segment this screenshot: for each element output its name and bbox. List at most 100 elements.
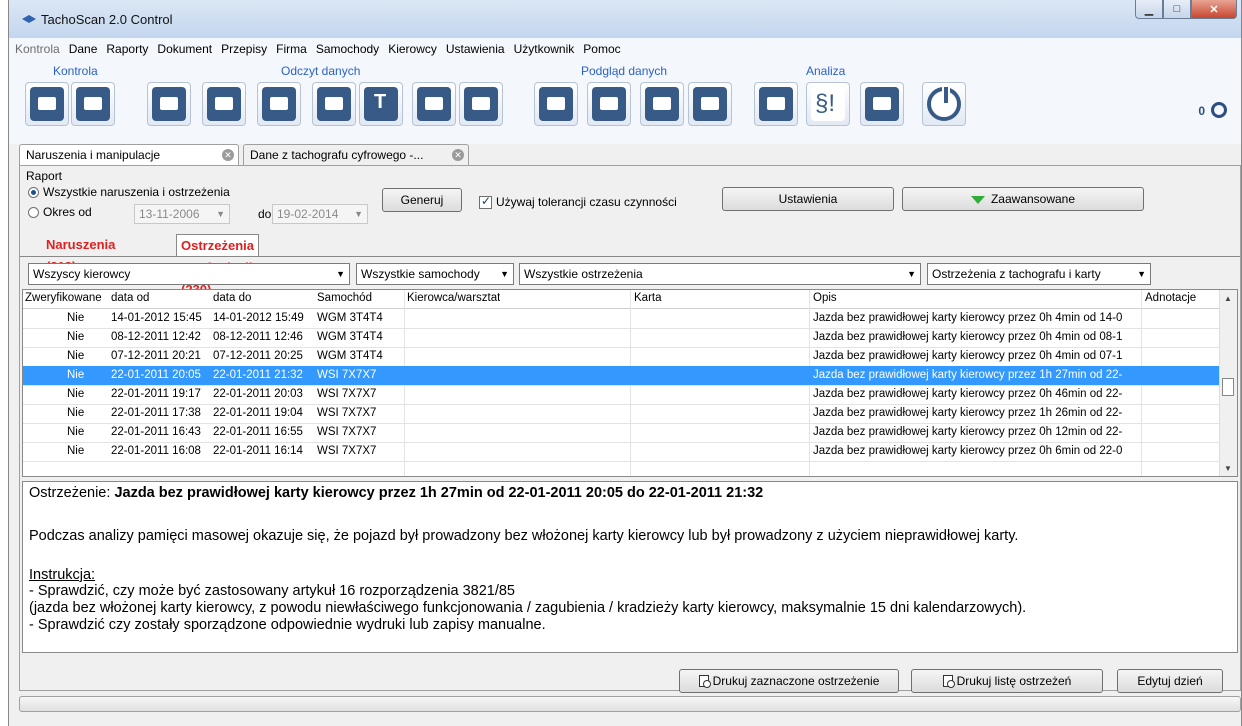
close-button[interactable]: ✕ bbox=[1191, 0, 1237, 19]
date-from-field[interactable]: 13-11-2006 ▼ bbox=[134, 204, 230, 224]
control-driver-button[interactable] bbox=[25, 82, 69, 126]
cell-from: 22-01-2011 17:38 bbox=[111, 407, 201, 419]
date-to-field[interactable]: 19-02-2014 ▼ bbox=[272, 204, 368, 224]
read-tachograph-button[interactable] bbox=[147, 82, 191, 126]
tab-violations[interactable]: Naruszenia (213) bbox=[42, 234, 119, 274]
col-annotations[interactable]: Adnotacje bbox=[1145, 292, 1196, 304]
generate-button[interactable]: Generuj bbox=[382, 188, 462, 212]
drivers-select-value: Wszyscy kierowcy bbox=[33, 267, 131, 281]
print-list-button[interactable]: Drukuj listę ostrzeżeń bbox=[911, 669, 1103, 693]
power-button[interactable] bbox=[922, 82, 966, 126]
menu-ustawienia[interactable]: Ustawienia bbox=[446, 42, 505, 56]
weekly-chart-button[interactable] bbox=[640, 82, 684, 126]
cell-verified: Nie bbox=[67, 388, 85, 400]
table-row[interactable]: Nie 08-12-2011 12:42 08-12-2011 12:46 WGM 3… bbox=[23, 328, 1221, 348]
col-driver[interactable]: Kierowca/warsztat bbox=[407, 292, 500, 304]
warning-prefix: Ostrzeżenie: bbox=[29, 485, 111, 501]
col-vehicle[interactable]: Samochód bbox=[317, 292, 372, 304]
menu-dokument[interactable]: Dokument bbox=[157, 42, 212, 56]
col-description[interactable]: Opis bbox=[813, 292, 837, 304]
menu-firma[interactable]: Firma bbox=[276, 42, 307, 56]
group-label-odczyt: Odczyt danych bbox=[281, 64, 361, 78]
cell-verified: Nie bbox=[67, 369, 85, 381]
chevron-down-icon: ▼ bbox=[907, 269, 916, 279]
tab-manipulation-warnings[interactable]: Ostrzeżenia manipulacji (230) bbox=[176, 234, 259, 297]
monthly-chart-button[interactable] bbox=[688, 82, 732, 126]
maximize-button[interactable]: □ bbox=[1163, 0, 1191, 19]
chevron-down-icon: ▼ bbox=[336, 269, 345, 279]
status-indicator-icon[interactable] bbox=[1211, 102, 1227, 118]
cell-to: 22-01-2011 16:55 bbox=[213, 426, 303, 438]
menu-samochody[interactable]: Samochody bbox=[316, 42, 379, 56]
menu-kierowcy[interactable]: Kierowcy bbox=[388, 42, 437, 56]
tab-dane-tachograf[interactable]: Dane z tachografu cyfrowego -... ✕ bbox=[243, 144, 469, 165]
view-vehicle-button[interactable] bbox=[587, 82, 631, 126]
usb-icon bbox=[417, 87, 451, 121]
import-card-button[interactable] bbox=[312, 82, 356, 126]
menu-pomoc[interactable]: Pomoc bbox=[583, 42, 620, 56]
ribbon-toolbar: Kontrola Odczyt danych Podgląd danych An… bbox=[9, 60, 1241, 144]
source-select[interactable]: Ostrzeżenia z tachografu i karty ▼ bbox=[927, 263, 1151, 285]
print-selected-button[interactable]: Drukuj zaznaczone ostrzeżenie bbox=[679, 669, 899, 693]
advanced-button[interactable]: Zaawansowane bbox=[902, 187, 1144, 211]
table-row[interactable]: Nie 22-01-2011 16:43 22-01-2011 16:55 WSI 7… bbox=[23, 423, 1221, 443]
col-verified[interactable]: Zweryfikowane bbox=[25, 292, 102, 304]
menu-dane[interactable]: Dane bbox=[69, 42, 98, 56]
col-card[interactable]: Karta bbox=[634, 292, 662, 304]
menu-uzytkownik[interactable]: Użytkownik bbox=[514, 42, 575, 56]
tab-naruszenia[interactable]: Naruszenia i manipulacje ✕ bbox=[19, 144, 239, 165]
table-row[interactable]: Nie 22-01-2011 16:08 22-01-2011 16:14 WSI 7… bbox=[23, 442, 1221, 462]
km-icon bbox=[865, 87, 899, 121]
cell-to: 22-01-2011 20:03 bbox=[213, 388, 303, 400]
view-card-button[interactable] bbox=[534, 82, 578, 126]
radio-all[interactable] bbox=[28, 187, 39, 198]
close-tab-icon[interactable]: ✕ bbox=[222, 149, 234, 161]
tolerance-label: Używaj tolerancji czasu czynności bbox=[496, 195, 677, 209]
scroll-up-icon[interactable]: ▲ bbox=[1224, 294, 1232, 303]
cell-from: 08-12-2011 12:42 bbox=[111, 331, 201, 343]
reader-settings-button[interactable] bbox=[202, 82, 246, 126]
table-row[interactable]: Nie 07-12-2011 20:21 07-12-2011 20:25 WGM 3… bbox=[23, 347, 1221, 367]
table-row[interactable]: Nie 22-01-2011 19:17 22-01-2011 20:03 WSI 7… bbox=[23, 385, 1221, 405]
menu-raporty[interactable]: Raporty bbox=[106, 42, 148, 56]
col-date-from[interactable]: data od bbox=[111, 292, 149, 304]
settings-button[interactable]: Ustawienia bbox=[722, 187, 894, 211]
close-tab-icon[interactable]: ✕ bbox=[452, 149, 464, 161]
title-bar[interactable]: TachoScan 2.0 Control ▁ □ ✕ bbox=[9, 0, 1241, 39]
menu-przepisy[interactable]: Przepisy bbox=[221, 42, 267, 56]
table-scrollbar[interactable]: ▲ ▼ bbox=[1219, 290, 1237, 476]
card-reader-button[interactable] bbox=[459, 82, 503, 126]
analysis-export-button[interactable] bbox=[754, 82, 798, 126]
warnings-select[interactable]: Wszystkie ostrzeżenia ▼ bbox=[519, 263, 921, 285]
usb-download-button[interactable] bbox=[412, 82, 456, 126]
cell-desc: Jazda bez prawidłowej karty kierowcy prz… bbox=[813, 312, 1123, 324]
scroll-thumb[interactable] bbox=[1222, 378, 1234, 396]
menu-kontrola[interactable]: Kontrola bbox=[15, 42, 60, 56]
table-row[interactable]: Nie 22-01-2011 17:38 22-01-2011 19:04 WSI 7… bbox=[23, 404, 1221, 424]
open-file-button[interactable] bbox=[257, 82, 301, 126]
vehicles-select-value: Wszystkie samochody bbox=[361, 267, 480, 281]
card-reader-icon bbox=[464, 87, 498, 121]
radio-range[interactable] bbox=[28, 207, 39, 218]
edit-day-button[interactable]: Edytuj dzień bbox=[1117, 669, 1223, 693]
table-row[interactable]: Nie 14-01-2012 15:45 14-01-2012 15:49 WGM 3… bbox=[23, 309, 1221, 329]
vehicles-select[interactable]: Wszystkie samochody ▼ bbox=[356, 263, 514, 285]
cell-to: 22-01-2011 21:32 bbox=[213, 369, 303, 381]
table-row[interactable]: Nie 22-01-2011 20:05 22-01-2011 21:32 WSI 7… bbox=[23, 366, 1221, 386]
tolerance-checkbox[interactable] bbox=[479, 194, 492, 209]
control-locked-button[interactable] bbox=[71, 82, 115, 126]
cell-verified: Nie bbox=[67, 350, 85, 362]
scroll-down-icon[interactable]: ▼ bbox=[1224, 464, 1232, 473]
cell-from: 22-01-2011 16:08 bbox=[111, 445, 201, 457]
read-t-button[interactable] bbox=[359, 82, 403, 126]
col-date-to[interactable]: data do bbox=[213, 292, 251, 304]
cell-desc: Jazda bez prawidłowej karty kierowcy prz… bbox=[813, 388, 1123, 400]
chevron-down-icon: ▼ bbox=[500, 269, 509, 279]
weekly-chart-icon bbox=[645, 87, 679, 121]
minimize-button[interactable]: ▁ bbox=[1135, 0, 1163, 19]
distance-button[interactable] bbox=[860, 82, 904, 126]
regulations-button[interactable] bbox=[806, 82, 850, 126]
warnings-table: Zweryfikowane data od data do Samochód K… bbox=[22, 289, 1238, 477]
print-list-label: Drukuj listę ostrzeżeń bbox=[956, 674, 1072, 688]
drivers-select[interactable]: Wszyscy kierowcy ▼ bbox=[28, 263, 350, 285]
